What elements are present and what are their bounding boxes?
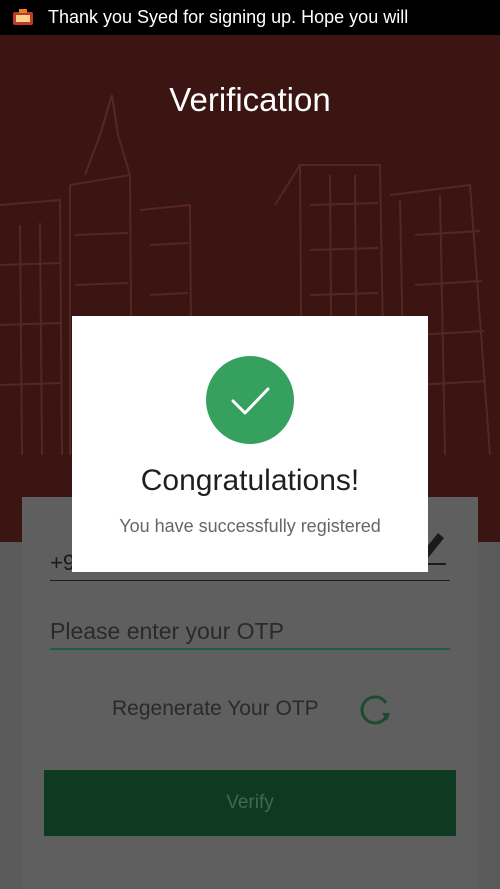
otp-input[interactable] — [50, 615, 450, 650]
phone-field-underline — [50, 580, 450, 581]
regenerate-otp-label[interactable]: Regenerate Your OTP — [112, 697, 319, 721]
page-title: Verification — [169, 81, 331, 118]
verify-button[interactable]: Verify — [44, 770, 456, 836]
dialog-title: Congratulations! — [140, 464, 360, 497]
app-logo-icon — [12, 8, 34, 27]
dialog-message: You have successfully registered — [119, 516, 381, 536]
success-dialog: Congratulations! You have successfully r… — [72, 316, 428, 572]
refresh-icon[interactable] — [354, 691, 396, 729]
status-bar: Thank you Syed for signing up. Hope you … — [0, 0, 500, 35]
notification-text: Thank you Syed for signing up. Hope you … — [48, 7, 409, 27]
checkmark-icon — [206, 356, 294, 444]
